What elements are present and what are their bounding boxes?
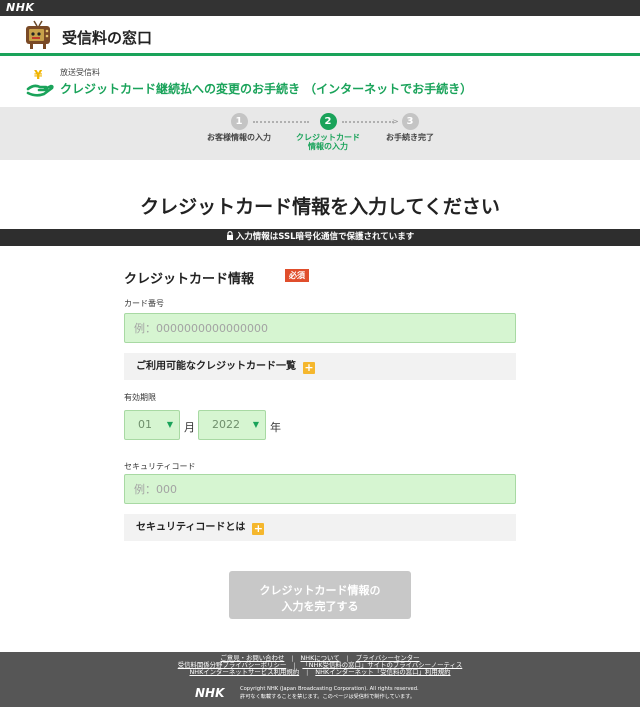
service-header: ¥ 放送受信料 クレジットカード継続払への変更のお手続き （インターネットでお手… [0,59,640,107]
footer-links: ご意見・お問い合わせ | NHKについて | プライバシーセンター 受信料関係分野プライ… [177,654,463,676]
card-list-label: ご利用可能なクレジットカード一覧 [136,361,296,372]
page-title: クレジットカード情報を入力してください [140,196,500,218]
security-code-label: セキュリティコード [124,462,196,471]
site-title[interactable]: 受信料の窓口 [62,27,152,48]
step-label: クレジットカード 情報の入力 [296,133,360,151]
nhk-logo[interactable]: NHK [6,1,34,14]
lock-icon [226,231,233,240]
plus-icon[interactable]: + [303,362,315,374]
step-3: 3 お手続き完了 [368,113,452,142]
footer-nhk-logo: NHK [195,686,225,700]
card-list-toggle[interactable]: ご利用可能なクレジットカード一覧 + [124,353,516,380]
step-label: お手続き完了 [386,133,434,142]
expiry-year-select[interactable]: 2022 ▼ [198,410,266,440]
step-number: 3 [401,113,419,130]
service-title: クレジットカード継続払への変更のお手続き （インターネットでお手続き） [60,82,473,96]
yen-hand-icon: ¥ [26,68,54,97]
step-number: 2 [319,113,337,130]
step-label: お客様情報の入力 [207,133,271,142]
caret-down-icon: ▼ [166,420,173,429]
service-category: 放送受信料 [60,68,100,77]
expiry-year-value: 2022 [212,418,240,431]
ssl-notice: 入力情報はSSL暗号化通信で保護されています [0,229,640,246]
year-unit: 年 [270,421,281,434]
security-code-help-label: セキュリティコードとは [136,522,246,533]
step-2: 2 クレジットカード 情報の入力 [286,113,370,151]
svg-text:¥: ¥ [34,68,43,82]
submit-button[interactable]: クレジットカード情報の 入力を完了する [229,571,411,619]
security-code-help-toggle[interactable]: セキュリティコードとは + [124,514,516,541]
step-1: 1 お客様情報の入力 [197,113,281,142]
footer-copyright: Copyright NHK (Japan Broadcasting Corpor… [240,686,419,700]
site-header: 受信料の窓口 [0,16,640,56]
plus-icon[interactable]: + [252,523,265,535]
expiry-label: 有効期限 [124,393,156,402]
card-number-label: カード番号 [124,299,164,308]
month-unit: 月 [184,421,195,434]
section-title: クレジットカード情報 [124,272,255,287]
expiry-month-value: 01 [138,418,152,431]
footer-link-service-terms[interactable]: NHKインターネットサービス利用規約 [190,668,300,676]
footer-link-site-terms[interactable]: NHKインターネット「受信料の窓口」利用規約 [315,668,450,676]
expiry-month-select[interactable]: 01 ▼ [124,410,180,440]
security-code-input[interactable] [124,474,516,504]
card-number-input[interactable] [124,313,516,343]
step-number: 1 [230,113,248,130]
top-bar: NHK [0,0,640,16]
required-badge: 必須 [285,269,309,282]
progress-steps: 1 お客様情報の入力 2 クレジットカード 情報の入力 > 3 お手続き完了 [0,107,640,160]
ssl-notice-text: 入力情報はSSL暗号化通信で保護されています [235,232,415,242]
tv-mascot-icon[interactable] [24,20,52,50]
caret-down-icon: ▼ [252,420,259,429]
